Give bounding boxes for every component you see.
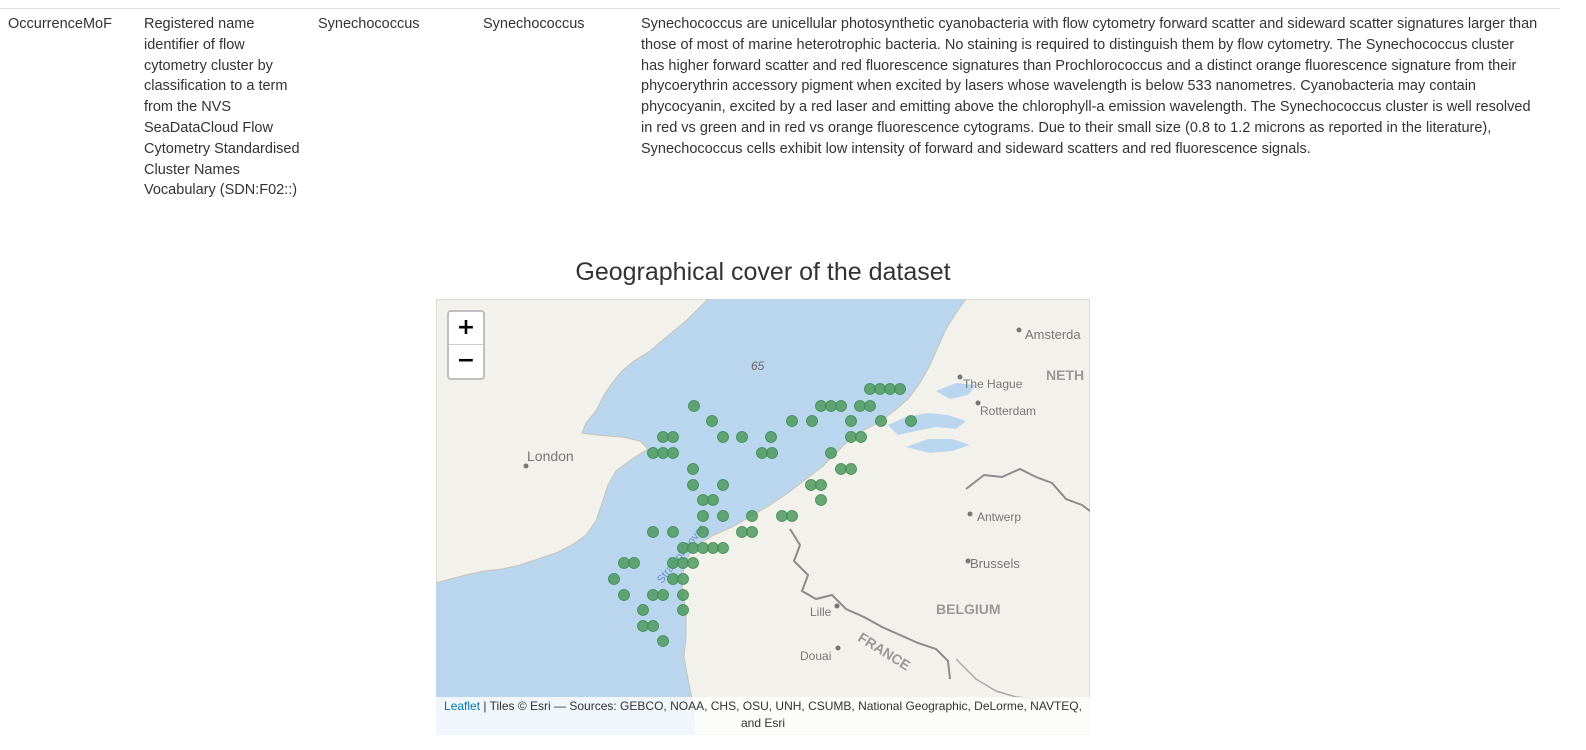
zoom-control: + −: [447, 310, 485, 380]
occurrence-marker[interactable]: [706, 415, 718, 427]
occurrence-marker[interactable]: [677, 557, 689, 569]
map-label-antwerp: Antwerp: [977, 510, 1021, 524]
occurrence-marker[interactable]: [786, 415, 798, 427]
measurement-value-cell: Synechococcus: [318, 16, 420, 32]
occurrence-marker[interactable]: [717, 510, 729, 522]
map-label-brussels: Brussels: [970, 556, 1020, 571]
occurrence-marker[interactable]: [717, 431, 729, 443]
occurrence-marker[interactable]: [884, 383, 896, 395]
occurrence-marker[interactable]: [667, 431, 679, 443]
measurement-definition-cell: Synechococcus are unicellular photosynth…: [641, 16, 1538, 157]
occurrence-marker[interactable]: [677, 604, 689, 616]
occurrence-marker[interactable]: [815, 494, 827, 506]
occurrence-marker[interactable]: [736, 431, 748, 443]
map-label-amsterdam: Amsterda: [1025, 327, 1081, 342]
occurrence-marker[interactable]: [746, 526, 758, 538]
occurrence-marker[interactable]: [746, 510, 758, 522]
map-label-netherlands: NETH: [1046, 367, 1084, 383]
occurrence-marker[interactable]: [765, 431, 777, 443]
occurrence-marker[interactable]: [647, 447, 659, 459]
occurrence-marker[interactable]: [618, 557, 630, 569]
occurrence-marker[interactable]: [677, 542, 689, 554]
map-title: Geographical cover of the dataset: [575, 258, 951, 286]
occurrence-marker[interactable]: [657, 447, 669, 459]
map-tiles[interactable]: Amsterda The Hague Rotterdam NETH London…: [436, 299, 1090, 735]
occurrence-marker[interactable]: [608, 573, 620, 585]
map-label-depth: 65: [751, 359, 765, 373]
occurrence-marker[interactable]: [657, 635, 669, 647]
leaflet-link[interactable]: Leaflet: [444, 699, 480, 713]
occurrence-marker[interactable]: [647, 526, 659, 538]
map-container[interactable]: Amsterda The Hague Rotterdam NETH London…: [436, 299, 1090, 735]
occurrence-marker[interactable]: [786, 510, 798, 522]
occurrence-marker[interactable]: [806, 415, 818, 427]
occurrence-marker[interactable]: [736, 526, 748, 538]
map-attribution: Leaflet | Tiles © Esri — Sources: GEBCO,…: [436, 697, 1090, 735]
occurrence-marker[interactable]: [628, 557, 640, 569]
occurrence-marker[interactable]: [835, 400, 847, 412]
occurrence-marker[interactable]: [657, 589, 669, 601]
occurrence-marker[interactable]: [776, 510, 788, 522]
occurrence-marker[interactable]: [697, 494, 709, 506]
measurement-description-cell: Registered name identifier of flow cytom…: [144, 16, 300, 199]
occurrence-marker[interactable]: [717, 479, 729, 491]
occurrence-marker[interactable]: [697, 526, 709, 538]
occurrence-marker[interactable]: [707, 494, 719, 506]
occurrence-marker[interactable]: [845, 415, 857, 427]
occurrence-marker[interactable]: [687, 542, 699, 554]
occurrence-marker[interactable]: [697, 510, 709, 522]
occurrence-marker[interactable]: [855, 431, 867, 443]
occurrence-marker[interactable]: [667, 526, 679, 538]
occurrence-marker[interactable]: [667, 573, 679, 585]
map-label-belgium: BELGIUM: [936, 601, 1001, 617]
occurrence-marker[interactable]: [835, 463, 847, 475]
map-label-london: London: [527, 448, 574, 464]
occurrence-marker[interactable]: [845, 431, 857, 443]
occurrence-marker[interactable]: [667, 557, 679, 569]
measurement-value-alt-cell: Synechococcus: [483, 16, 585, 32]
occurrence-marker[interactable]: [687, 479, 699, 491]
zoom-out-button[interactable]: −: [449, 345, 483, 377]
occurrence-marker[interactable]: [647, 589, 659, 601]
occurrence-marker[interactable]: [657, 431, 669, 443]
occurrence-marker[interactable]: [825, 400, 837, 412]
occurrence-marker[interactable]: [854, 400, 866, 412]
occurrence-marker[interactable]: [688, 400, 700, 412]
attribution-text: | Tiles © Esri — Sources: GEBCO, NOAA, C…: [480, 699, 1082, 730]
occurrence-marker[interactable]: [864, 400, 876, 412]
occurrence-marker[interactable]: [766, 447, 778, 459]
map-label-lille: Lille: [810, 605, 832, 619]
map-label-the-hague: The Hague: [963, 377, 1023, 391]
occurrence-marker[interactable]: [677, 589, 689, 601]
occurrence-marker[interactable]: [815, 479, 827, 491]
occurrence-marker[interactable]: [875, 415, 887, 427]
occurrence-marker[interactable]: [707, 542, 719, 554]
occurrence-marker[interactable]: [687, 557, 699, 569]
occurrence-marker[interactable]: [637, 620, 649, 632]
zoom-in-button[interactable]: +: [449, 312, 483, 345]
occurrence-marker[interactable]: [825, 447, 837, 459]
occurrence-marker[interactable]: [756, 447, 768, 459]
occurrence-marker[interactable]: [805, 479, 817, 491]
occurrence-marker[interactable]: [894, 383, 906, 395]
occurrence-marker[interactable]: [677, 573, 689, 585]
occurrence-marker[interactable]: [618, 589, 630, 601]
occurrence-marker[interactable]: [845, 463, 857, 475]
occurrence-marker[interactable]: [815, 400, 827, 412]
occurrence-marker[interactable]: [697, 542, 709, 554]
occurrence-marker[interactable]: [717, 542, 729, 554]
map-label-douai: Douai: [800, 649, 831, 663]
occurrence-marker[interactable]: [687, 463, 699, 475]
occurrence-marker[interactable]: [864, 383, 876, 395]
occurrence-marker[interactable]: [667, 447, 679, 459]
occurrence-marker[interactable]: [637, 604, 649, 616]
map-label-rotterdam: Rotterdam: [980, 404, 1036, 418]
occurrence-marker[interactable]: [647, 620, 659, 632]
occurrence-marker[interactable]: [874, 383, 886, 395]
table-divider: [0, 8, 1560, 9]
occurrence-marker[interactable]: [905, 415, 917, 427]
measurement-type-cell: OccurrenceMoF: [8, 16, 112, 32]
